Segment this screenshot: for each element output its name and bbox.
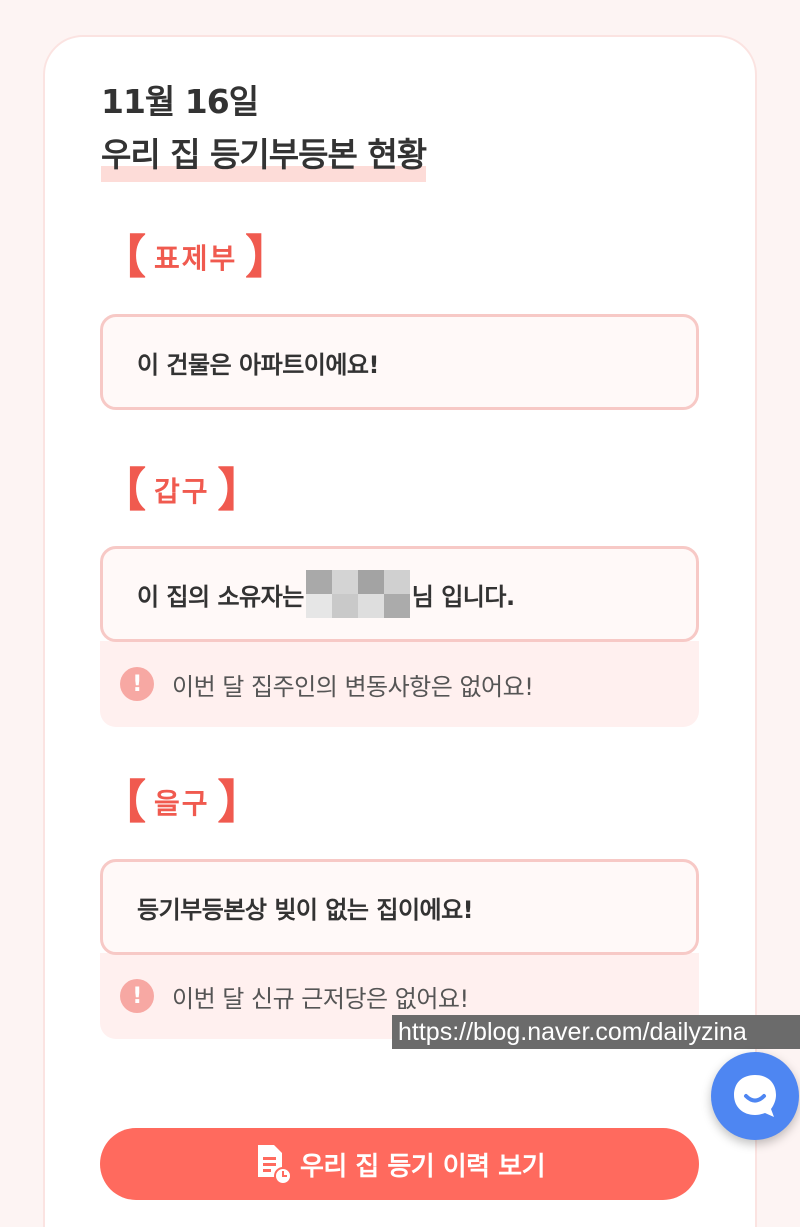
right-bracket-icon: 】 xyxy=(217,775,264,829)
chat-button[interactable] xyxy=(711,1052,799,1140)
exclamation-circle-icon: ! xyxy=(120,979,154,1013)
page-title: 우리 집 등기부등본 현황 xyxy=(101,135,427,174)
section-label-gapgu: 【 갑구 】 xyxy=(100,465,264,515)
section-label-text: 을구 xyxy=(154,787,210,820)
left-bracket-icon: 【 xyxy=(100,230,146,284)
page-title-wrap: 우리 집 등기부등본 현황 xyxy=(101,128,427,182)
view-registry-history-button[interactable]: 우리 집 등기 이력 보기 xyxy=(100,1128,699,1200)
owner-change-notice: ! 이번 달 집주인의 변동사항은 없어요! xyxy=(100,641,699,727)
debt-status-text: 등기부등본상 빚이 없는 집이에요! xyxy=(137,895,474,924)
section-label-eulgu: 【 을구 】 xyxy=(100,777,264,827)
right-bracket-icon: 】 xyxy=(217,463,264,517)
owner-suffix-text: 님 입니다. xyxy=(411,582,515,611)
building-type-box: 이 건물은 아파트이에요! xyxy=(100,314,699,410)
debt-status-box: 등기부등본상 빚이 없는 집이에요! xyxy=(100,859,699,955)
redacted-owner-name xyxy=(305,570,410,618)
document-clock-icon xyxy=(254,1143,292,1185)
left-bracket-icon: 【 xyxy=(100,463,146,517)
section-label-text: 갑구 xyxy=(154,475,210,508)
exclamation-circle-icon: ! xyxy=(120,667,154,701)
blog-watermark: https://blog.naver.com/dailyzina xyxy=(392,1015,800,1049)
owner-box: 이 집의 소유자는 님 입니다. xyxy=(100,546,699,642)
building-type-text: 이 건물은 아파트이에요! xyxy=(137,350,379,379)
left-bracket-icon: 【 xyxy=(100,775,146,829)
owner-change-notice-text: 이번 달 집주인의 변동사항은 없어요! xyxy=(172,672,534,701)
report-date: 11월 16일 xyxy=(101,82,259,121)
section-label-text: 표제부 xyxy=(154,242,238,275)
section-label-pyojebu: 【 표제부 】 xyxy=(100,232,291,282)
owner-prefix-text: 이 집의 소유자는 xyxy=(137,582,304,611)
mortgage-notice-text: 이번 달 신규 근저당은 없어요! xyxy=(172,984,469,1013)
right-bracket-icon: 】 xyxy=(245,230,292,284)
chat-bubble-icon xyxy=(734,1075,776,1117)
view-registry-history-label: 우리 집 등기 이력 보기 xyxy=(300,1151,546,1182)
